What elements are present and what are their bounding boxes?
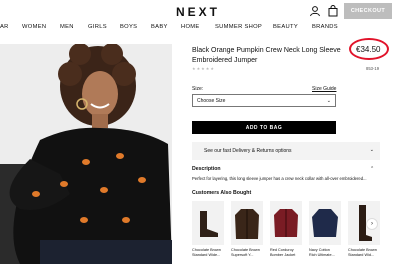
model-illustration	[0, 44, 172, 264]
main-nav: AR WOMEN MEN GIRLS BOYS BABY HOME SUMMER…	[0, 24, 396, 34]
boot-image	[200, 211, 218, 237]
size-select[interactable]: Choose Size ⌄	[192, 94, 336, 107]
product-photo[interactable]	[0, 44, 172, 264]
checkout-button[interactable]: CHECKOUT	[344, 3, 392, 19]
rating-stars[interactable]: ★★★★★	[192, 66, 215, 71]
product-thumbnail[interactable]	[270, 201, 302, 245]
product-thumbnail[interactable]	[231, 201, 263, 245]
product-sku: 853-19	[366, 66, 380, 71]
chevron-down-icon: ⌄	[326, 98, 331, 104]
card-name-line2: Supersoft Y...	[231, 253, 254, 257]
size-guide-link[interactable]: Size Guide	[312, 86, 336, 92]
chevron-right-icon[interactable]: ›	[366, 218, 378, 230]
size-label: Size:	[192, 86, 204, 92]
product-thumbnail[interactable]	[309, 201, 341, 245]
nav-item-beauty[interactable]: BEAUTY	[273, 24, 298, 30]
also-bought-heading: Customers Also Bought	[192, 190, 252, 196]
card-name-line2: Standard Wid...	[348, 253, 375, 257]
size-select-value: Choose Size	[197, 98, 226, 104]
also-bought-card[interactable]: Chocolate Brown Standard Wid...	[348, 201, 380, 264]
user-icon[interactable]	[309, 5, 321, 17]
also-bought-card[interactable]: Navy Cotton Rich Ultimate...	[309, 201, 341, 264]
also-bought-carousel: Chocolate Brown Standard Wide... Chocola…	[192, 201, 396, 264]
card-name-line2: Bomber Jacket	[270, 253, 296, 257]
navy-jumper-image	[312, 209, 338, 237]
product-price: €34.50	[356, 45, 381, 54]
nav-item-brands[interactable]: BRANDS	[312, 24, 338, 30]
card-name-line2: Rich Ultimate...	[309, 253, 335, 257]
also-bought-card[interactable]: Chocolate Brown Standard Wide...	[192, 201, 224, 264]
nav-item-ar[interactable]: AR	[0, 24, 9, 30]
nav-item-men[interactable]: MEN	[60, 24, 74, 30]
site-header: NEXT CHECKOUT	[0, 0, 396, 22]
chevron-down-icon: ⌄	[369, 147, 374, 153]
description-heading[interactable]: Description	[192, 166, 221, 172]
add-to-bag-button[interactable]: ADD TO BAG	[192, 121, 336, 134]
description-text: Perfect for layering, this long sleeve j…	[192, 176, 367, 181]
chevron-up-icon[interactable]: ⌃	[370, 166, 374, 172]
card-name-line2: Standard Wide...	[192, 253, 221, 257]
nav-item-summer-shop[interactable]: SUMMER SHOP	[215, 24, 262, 30]
nav-item-women[interactable]: WOMEN	[22, 24, 46, 30]
delivery-returns-panel[interactable]: See our fast Delivery & Returns options …	[192, 142, 380, 160]
also-bought-card[interactable]: Chocolate Brown Supersoft Y...	[231, 201, 263, 264]
nav-item-girls[interactable]: GIRLS	[88, 24, 107, 30]
bag-icon[interactable]	[327, 5, 339, 17]
product-title: Black Orange Pumpkin Crew Neck Long Slee…	[192, 47, 341, 64]
nav-item-boys[interactable]: BOYS	[120, 24, 137, 30]
nav-item-home[interactable]: HOME	[181, 24, 200, 30]
red-jacket-image	[274, 209, 298, 237]
nav-item-baby[interactable]: BABY	[151, 24, 168, 30]
delivery-returns-text: See our fast Delivery & Returns options	[204, 148, 292, 154]
product-thumbnail[interactable]	[192, 201, 224, 245]
also-bought-card[interactable]: Red Corduroy Bomber Jacket	[270, 201, 302, 264]
jacket-image	[235, 209, 259, 239]
